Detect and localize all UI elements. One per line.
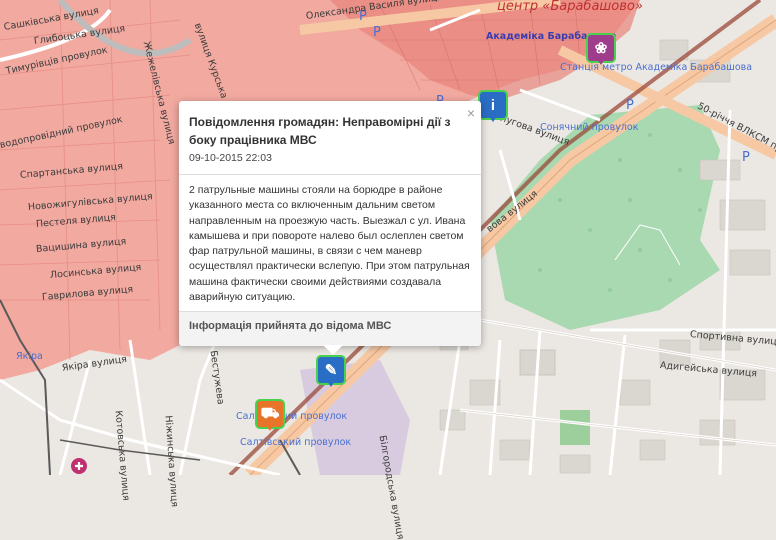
car-icon: ⛟ (257, 401, 283, 427)
parking-label: P (742, 150, 750, 165)
station-marker[interactable]: ❀ (588, 35, 614, 65)
popup-status: Інформація прийнята до відома МВС (189, 320, 392, 332)
medical-cross-icon: ✚ (74, 460, 84, 473)
car-marker[interactable]: ⛟ (257, 401, 283, 431)
popup-title: Повідомлення громадян: Неправомірні дії … (189, 115, 451, 147)
popup-body: 2 патрульные машины стояли на борюдре в … (189, 184, 470, 304)
flower-icon: ❀ (588, 35, 614, 61)
report-popup: × Повідомлення громадян: Неправомірні ді… (179, 101, 481, 346)
close-icon[interactable]: × (467, 105, 475, 121)
info-icon: i (480, 92, 506, 118)
parking-label: P (373, 25, 381, 40)
popup-footer: Інформація прийнята до відома МВС (179, 311, 481, 346)
medical-marker[interactable]: ✚ (71, 458, 87, 474)
incident-marker[interactable]: ✎ (318, 357, 344, 387)
popup-date: 09-10-2015 22:03 (189, 152, 272, 164)
sports-field (560, 410, 590, 445)
street-label: Якіра (16, 351, 43, 362)
district-label: центр «Барабашово» (497, 0, 643, 14)
info-marker[interactable]: i (480, 92, 506, 122)
parking-label: P (626, 98, 634, 113)
popup-tail (323, 345, 343, 355)
street-label: Салтівський провулок (240, 437, 352, 448)
street-label: Салтівський провулок (236, 411, 348, 422)
police-report-icon: ✎ (318, 357, 344, 383)
popup-divider (179, 174, 481, 175)
